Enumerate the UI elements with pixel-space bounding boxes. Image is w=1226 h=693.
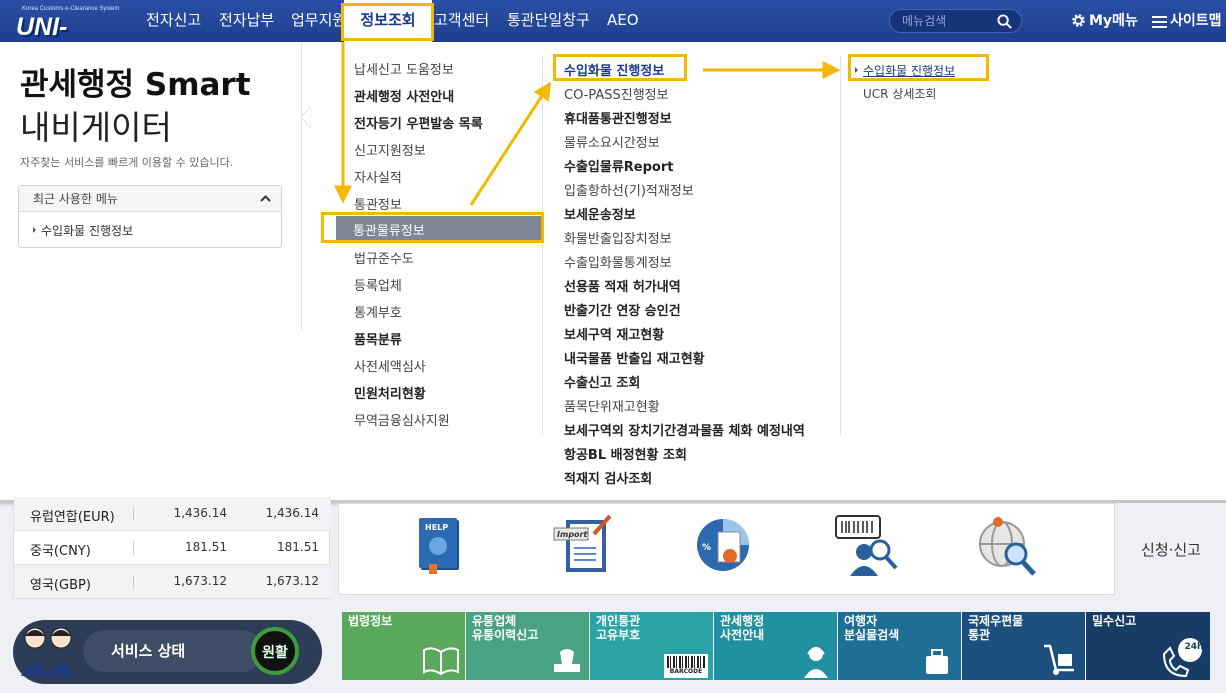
table-row: 영국(GBP) 1,673.12 1,673.12 bbox=[14, 565, 331, 599]
tile-label-text: 개인통관 고유부호 bbox=[596, 614, 641, 642]
barcode-icon: BARCODE bbox=[664, 654, 708, 678]
currency-name: 유럽연합(EUR) bbox=[30, 510, 115, 525]
rate-value: 1,436.14 bbox=[265, 506, 319, 520]
stamp-icon bbox=[554, 649, 580, 672]
status-badge: 원활 bbox=[251, 627, 299, 675]
globe-search-icon[interactable] bbox=[972, 512, 1042, 578]
rate-value: 181.51 bbox=[185, 540, 227, 554]
tile-label: 관세행정 사전안내 bbox=[720, 614, 764, 642]
tile-label-text: 관세행정 사전안내 bbox=[720, 614, 765, 642]
rate-value: 181.51 bbox=[277, 540, 319, 554]
percent-chart-icon[interactable]: % bbox=[690, 512, 760, 578]
tile-distribution-report[interactable]: 유통업체 유통이력신고 bbox=[466, 612, 589, 680]
svg-text:%: % bbox=[702, 543, 711, 553]
open-book-icon bbox=[423, 647, 459, 676]
tile-label: 개인통관 고유부호 bbox=[596, 614, 640, 642]
annotation-arrows bbox=[334, 42, 841, 206]
tile-label-text: 여행자 분실물검색 bbox=[844, 614, 900, 642]
service-status-label: 서비스 상태 bbox=[111, 642, 186, 660]
tile-label: 국제우편물 통관 bbox=[968, 614, 1023, 642]
arrow-up-right bbox=[469, 81, 552, 206]
import-label: Import bbox=[557, 530, 588, 539]
barcode-label: BARCODE bbox=[669, 668, 703, 675]
tile-label-text: 유통업체 유통이력신고 bbox=[472, 614, 539, 642]
rate-value: 1,673.12 bbox=[173, 574, 227, 588]
tile-label: 법령정보 bbox=[348, 614, 393, 628]
currency-name: 중국(CNY) bbox=[30, 544, 91, 559]
rate-value: 1,436.14 bbox=[173, 506, 227, 520]
tile-label: 밀수신고 bbox=[1092, 614, 1137, 628]
currency-name: 영국(GBP) bbox=[30, 578, 91, 593]
tile-law-info[interactable]: 법령정보 bbox=[342, 612, 465, 680]
24h-label: 24h bbox=[1184, 642, 1204, 652]
exchange-rate-table: 유럽연합(EUR) 1,436.14 1,436.14 중국(CNY) 181.… bbox=[13, 497, 331, 599]
status-value: 원활 bbox=[262, 645, 288, 661]
tile-label: 유통업체 유통이력신고 bbox=[472, 614, 538, 642]
luggage-icon bbox=[926, 649, 948, 674]
tile-smuggling-report[interactable]: 밀수신고 24h bbox=[1086, 612, 1210, 680]
tile-label: 여행자 분실물검색 bbox=[844, 614, 899, 642]
tile-traveler-lost-items[interactable]: 여행자 분실물검색 bbox=[838, 612, 961, 680]
import-document-icon[interactable]: Import bbox=[548, 512, 618, 578]
tile-intl-mail-customs[interactable]: 국제우편물 통관 bbox=[962, 612, 1085, 680]
apply-declare-label: 신청·신고 bbox=[1141, 541, 1201, 559]
apply-declare-button[interactable]: 신청·신고 bbox=[1114, 503, 1226, 595]
headset-agent-icon bbox=[804, 647, 828, 678]
barcode-person-search-icon[interactable] bbox=[830, 512, 900, 578]
tile-label-text: 국제우편물 통관 bbox=[968, 614, 1024, 642]
help-book-icon[interactable]: HELP bbox=[407, 512, 477, 578]
hand-truck-icon bbox=[1044, 644, 1074, 675]
help-label: HELP bbox=[425, 523, 448, 532]
staff-characters-icon bbox=[21, 627, 75, 676]
service-status-widget: 서비스 상태 원활 bbox=[13, 620, 322, 684]
table-row: 중국(CNY) 181.51 181.51 bbox=[14, 531, 331, 565]
rate-value: 1,673.12 bbox=[265, 574, 319, 588]
table-row: 유럽연합(EUR) 1,436.14 1,436.14 bbox=[14, 497, 331, 531]
tile-customs-pre-guide[interactable]: 관세행정 사전안내 bbox=[714, 612, 837, 680]
tile-personal-customs-code[interactable]: 개인통관 고유부호 BARCODE bbox=[590, 612, 713, 680]
